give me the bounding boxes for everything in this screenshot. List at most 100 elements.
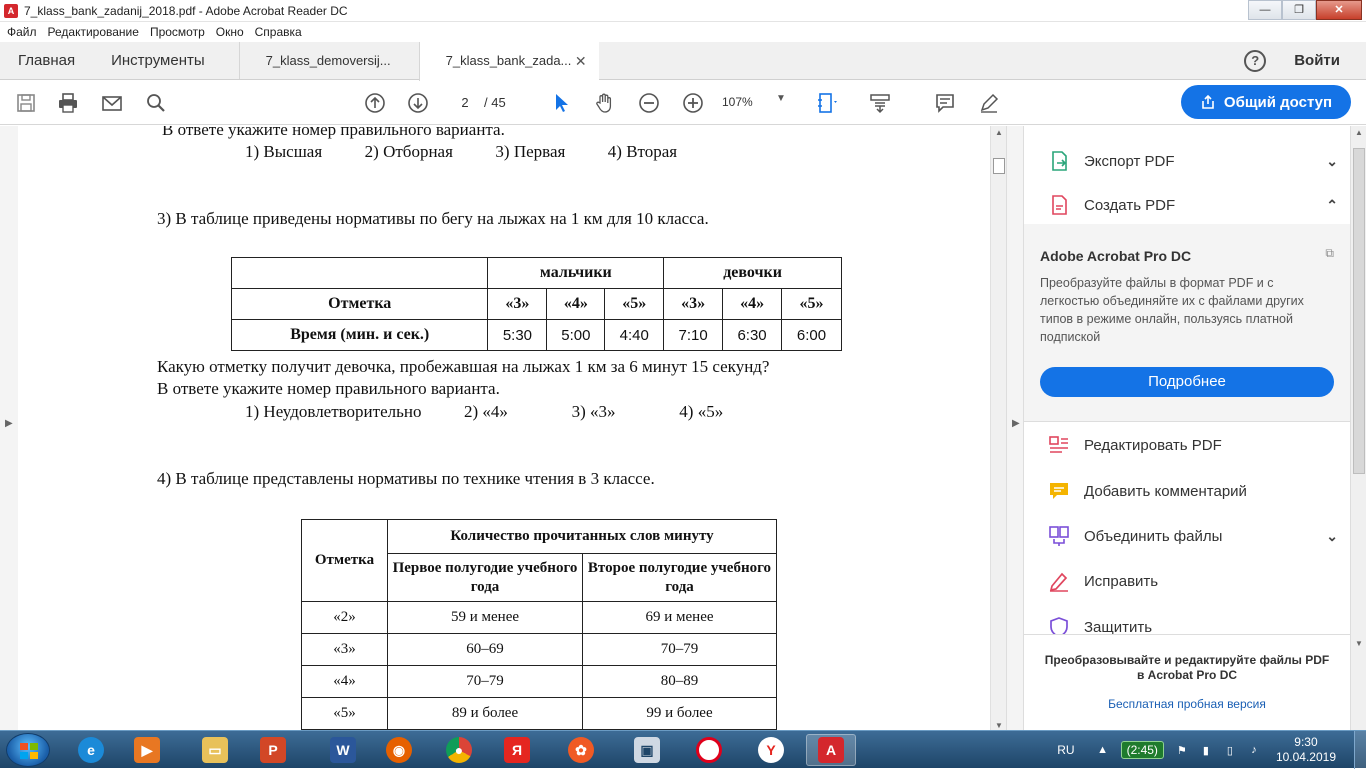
flag-icon[interactable]: ⚑ bbox=[1176, 744, 1188, 757]
scrollbar-thumb[interactable] bbox=[1353, 148, 1365, 474]
taskbar-opera[interactable] bbox=[684, 734, 734, 766]
page-number-input[interactable] bbox=[450, 91, 480, 113]
menu-window[interactable]: Окно bbox=[216, 25, 244, 39]
combine-files-item[interactable]: Объединить файлы ⌄ bbox=[1048, 521, 1338, 551]
taskbar-media-player[interactable]: ▶ bbox=[122, 734, 172, 766]
edit-pdf-item[interactable]: Редактировать PDF bbox=[1048, 430, 1338, 460]
tab-home[interactable]: Главная bbox=[0, 42, 93, 79]
chevron-down-icon[interactable]: ⌄ bbox=[1326, 153, 1338, 170]
battery-time-badge[interactable]: (2:45) bbox=[1120, 741, 1164, 759]
scroll-down-icon[interactable]: ▼ bbox=[995, 721, 1003, 730]
battery-icon[interactable]: ▯ bbox=[1224, 744, 1236, 757]
tab-close-icon[interactable]: ✕ bbox=[575, 42, 587, 80]
create-pdf-label: Создать PDF bbox=[1084, 196, 1176, 214]
taskbar-media-app[interactable]: ✿ bbox=[556, 734, 606, 766]
menu-help[interactable]: Справка bbox=[255, 25, 302, 39]
page-fit-icon[interactable] bbox=[815, 91, 839, 115]
left-pane-toggle[interactable]: ▶ bbox=[0, 126, 18, 732]
taskbar-chrome[interactable]: ● bbox=[434, 734, 484, 766]
free-trial-link[interactable]: Бесплатная пробная версия bbox=[1024, 697, 1350, 711]
learn-more-button[interactable]: Подробнее bbox=[1040, 367, 1334, 397]
sign-in-button[interactable]: Войти bbox=[1294, 52, 1340, 69]
chrome-icon: ● bbox=[446, 737, 472, 763]
language-indicator[interactable]: RU bbox=[1057, 743, 1074, 757]
protect-label: Защитить bbox=[1084, 618, 1153, 636]
chevron-up-icon[interactable]: ⌃ bbox=[1326, 197, 1338, 214]
share-button-label: Общий доступ bbox=[1223, 93, 1333, 111]
scroll-down-icon[interactable]: ▼ bbox=[1355, 639, 1363, 648]
hand-tool-icon[interactable] bbox=[593, 91, 617, 115]
start-button[interactable] bbox=[6, 733, 50, 767]
tab-bar: Главная Инструменты 7_klass_demoversij..… bbox=[0, 42, 1366, 81]
taskbar-yandex-browser[interactable]: Y bbox=[746, 734, 796, 766]
table-cell: «2» bbox=[301, 601, 388, 634]
scroll-up-icon[interactable]: ▲ bbox=[1355, 128, 1363, 137]
close-button[interactable]: ✕ bbox=[1316, 0, 1362, 20]
previous-page-icon[interactable] bbox=[363, 91, 387, 115]
menu-edit[interactable]: Редактирование bbox=[48, 25, 139, 39]
export-pdf-icon bbox=[1048, 150, 1070, 172]
folder-icon: ▭ bbox=[202, 737, 228, 763]
table-row: «4» 70–79 80–89 bbox=[301, 665, 777, 698]
save-icon[interactable] bbox=[14, 91, 38, 115]
search-icon[interactable] bbox=[144, 91, 168, 115]
share-button[interactable]: Общий доступ bbox=[1181, 85, 1351, 119]
scrollbar-thumb[interactable] bbox=[993, 158, 1005, 174]
next-page-icon[interactable] bbox=[406, 91, 430, 115]
table-header: Время (мин. и сек.) bbox=[230, 319, 489, 351]
taskbar-app[interactable]: ▣ bbox=[622, 734, 672, 766]
tab-document-1[interactable]: 7_klass_demoversij... bbox=[238, 42, 419, 79]
minimize-button[interactable]: — bbox=[1248, 0, 1282, 20]
tray-expand-icon[interactable]: ▲ bbox=[1097, 744, 1109, 756]
media-player-icon: ▶ bbox=[134, 737, 160, 763]
print-icon[interactable] bbox=[56, 91, 80, 115]
taskbar-yandex[interactable]: Я bbox=[492, 734, 542, 766]
scroll-up-icon[interactable]: ▲ bbox=[995, 128, 1003, 137]
document-scrollbar[interactable]: ▲ ▼ bbox=[990, 126, 1006, 732]
select-cursor-icon[interactable] bbox=[550, 91, 574, 115]
toolbar: / 45 107% ▼ Общий доступ bbox=[0, 81, 1366, 125]
help-icon[interactable]: ? bbox=[1244, 49, 1267, 72]
document-view[interactable]: В ответе укажите номер правильного вариа… bbox=[18, 126, 990, 732]
volume-icon[interactable]: ♪ bbox=[1248, 744, 1260, 756]
window-controls: — ❐ ✕ bbox=[1248, 0, 1362, 20]
taskbar-explorer[interactable]: ▭ bbox=[190, 734, 240, 766]
tab-document-2[interactable]: 7_klass_bank_zada... ✕ bbox=[418, 42, 599, 81]
table-header: Отметка bbox=[301, 519, 388, 602]
clock-time: 9:30 bbox=[1294, 735, 1318, 749]
taskbar-powerpoint[interactable]: P bbox=[248, 734, 298, 766]
zoom-out-icon[interactable] bbox=[637, 91, 661, 115]
fill-sign-item[interactable]: Исправить bbox=[1048, 566, 1338, 596]
edit-pdf-icon bbox=[1048, 434, 1070, 456]
add-comment-item[interactable]: Добавить комментарий bbox=[1048, 476, 1338, 506]
chevron-down-icon[interactable]: ⌄ bbox=[1326, 528, 1338, 545]
export-pdf-item[interactable]: Экспорт PDF ⌄ bbox=[1048, 146, 1338, 176]
highlight-pen-icon[interactable] bbox=[977, 91, 1001, 115]
email-icon[interactable] bbox=[100, 91, 124, 115]
taskbar-acrobat[interactable]: A bbox=[806, 734, 856, 766]
tools-pane-scrollbar[interactable]: ▲ ▼ bbox=[1350, 126, 1366, 732]
combine-icon bbox=[1048, 525, 1070, 547]
clock[interactable]: 9:30 10.04.2019 bbox=[1276, 735, 1336, 765]
table-cell bbox=[230, 257, 489, 289]
zoom-in-icon[interactable] bbox=[681, 91, 705, 115]
menu-file[interactable]: Файл bbox=[7, 25, 37, 39]
taskbar-ie[interactable]: e bbox=[66, 734, 116, 766]
menu-view[interactable]: Просмотр bbox=[150, 25, 205, 39]
tab-tools[interactable]: Инструменты bbox=[93, 42, 239, 79]
comment-tool-icon[interactable] bbox=[933, 91, 957, 115]
taskbar-word[interactable]: W bbox=[318, 734, 368, 766]
zoom-level[interactable]: 107% bbox=[722, 95, 753, 109]
taskbar-firefox[interactable]: ◉ bbox=[374, 734, 424, 766]
right-pane-toggle[interactable]: ▶ bbox=[1006, 126, 1024, 732]
copy-icon: ⧉ bbox=[1325, 246, 1334, 260]
yandex-browser-icon: Y bbox=[758, 737, 784, 763]
table-row: «3» 60–69 70–79 bbox=[301, 633, 777, 666]
scroll-mode-icon[interactable] bbox=[868, 91, 892, 115]
chevron-down-icon[interactable]: ▼ bbox=[776, 93, 786, 104]
restore-button[interactable]: ❐ bbox=[1282, 0, 1316, 20]
create-pdf-item[interactable]: Создать PDF ⌃ bbox=[1048, 190, 1338, 220]
network-icon[interactable]: ▮ bbox=[1200, 744, 1212, 757]
show-desktop-button[interactable] bbox=[1354, 731, 1366, 769]
firefox-icon: ◉ bbox=[386, 737, 412, 763]
